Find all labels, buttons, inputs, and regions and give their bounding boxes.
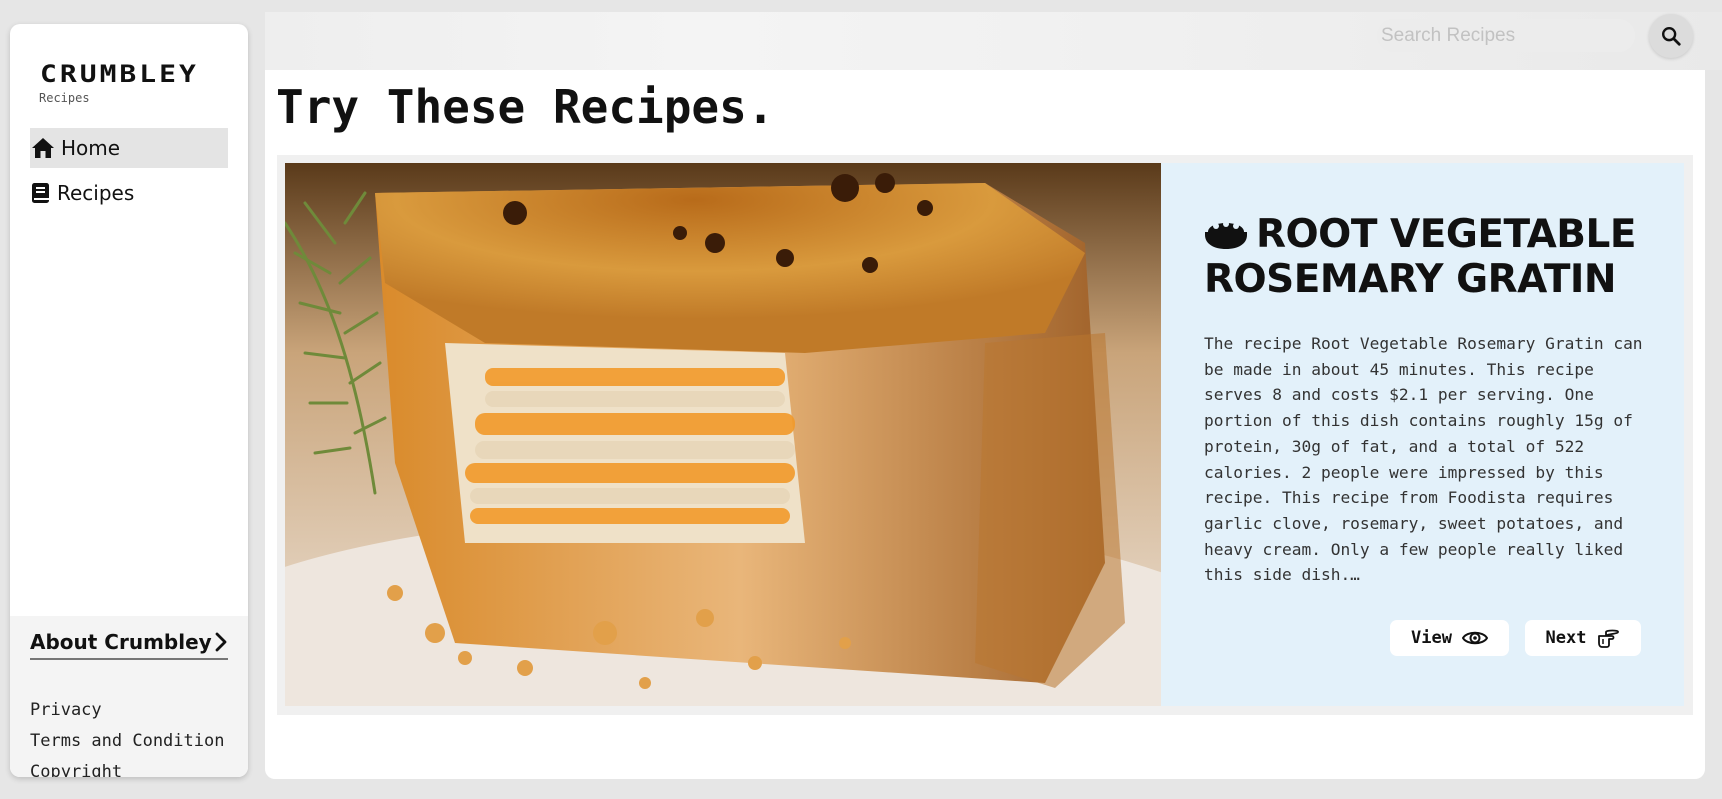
view-button-label: View: [1411, 628, 1452, 648]
search-icon: [1660, 25, 1682, 47]
chevron-right-icon: [214, 632, 228, 652]
recipe-image: [285, 163, 1161, 706]
sidebar-item-label: Home: [61, 136, 121, 160]
sidebar-item-label: Recipes: [57, 181, 135, 205]
home-icon: [30, 137, 61, 159]
book-icon: [30, 182, 57, 204]
privacy-link[interactable]: Privacy: [30, 700, 102, 720]
eye-icon: [1461, 629, 1488, 647]
sidebar-item-recipes[interactable]: Recipes: [30, 173, 228, 213]
copyright-link[interactable]: Copyright: [30, 762, 122, 777]
recipe-description: The recipe Root Vegetable Rosemary Grati…: [1204, 334, 1643, 585]
search-input[interactable]: [1377, 19, 1635, 52]
bowl-icon: [1204, 212, 1248, 259]
logo-subtitle: Recipes: [39, 91, 90, 105]
about-title: About Crumbley: [30, 630, 212, 654]
logo[interactable]: CRUMBLEY: [40, 60, 199, 88]
about-section: About Crumbley Privacy Terms and Conditi…: [10, 616, 248, 777]
sidebar-item-home[interactable]: Home: [30, 128, 228, 168]
sidebar: CRUMBLEY Recipes Home Recipes About Crum…: [10, 24, 248, 777]
page-title: Try These Recipes.: [276, 80, 775, 134]
search-button[interactable]: [1649, 14, 1693, 58]
pointing-hand-icon: [1596, 628, 1620, 648]
next-button-label: Next: [1545, 628, 1587, 648]
recipe-title: ROOT VEGETABLE ROSEMARY GRATIN: [1204, 212, 1664, 301]
recipe-title-text: ROOT VEGETABLE ROSEMARY GRATIN: [1204, 212, 1636, 302]
about-crumbley-toggle[interactable]: About Crumbley: [30, 626, 228, 660]
next-button[interactable]: Next: [1525, 620, 1641, 656]
terms-link[interactable]: Terms and Condition: [30, 731, 224, 751]
view-button[interactable]: View: [1390, 620, 1509, 656]
